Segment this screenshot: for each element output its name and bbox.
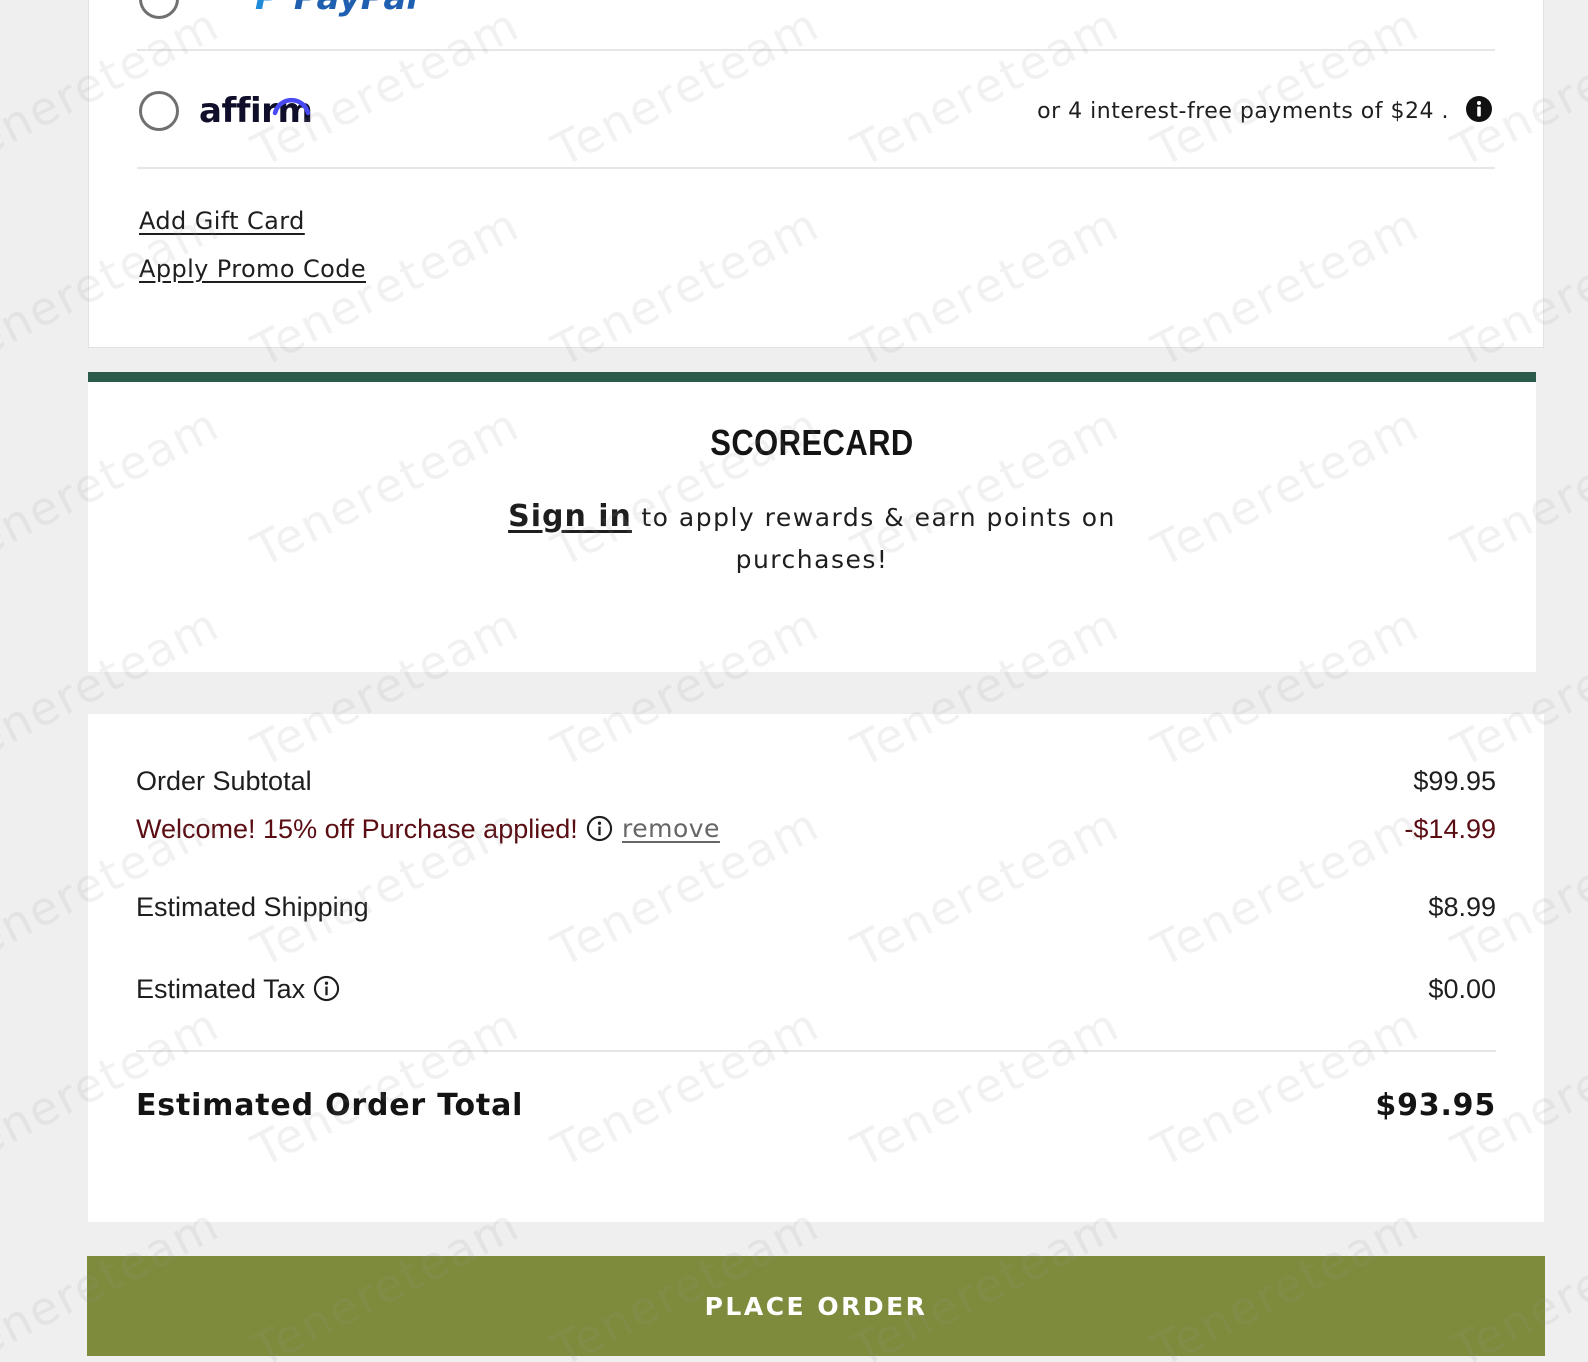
payment-divider xyxy=(137,167,1495,169)
scorecard-message-text: to apply rewards & earn points on purcha… xyxy=(641,503,1116,574)
affirm-radio[interactable] xyxy=(139,91,179,131)
shipping-value: $8.99 xyxy=(1428,892,1496,922)
order-total-value: $93.95 xyxy=(1375,1088,1496,1123)
paypal-logo: P PayPal xyxy=(255,0,418,15)
tax-row: Estimated Tax $0.00 xyxy=(136,974,1496,1008)
subtotal-row: Order Subtotal $99.95 xyxy=(136,766,1496,800)
paypal-p-icon: P xyxy=(255,0,280,18)
promo-label: Welcome! 15% off Purchase applied! xyxy=(136,814,578,844)
paypal-logo-text: PayPal xyxy=(294,0,418,18)
add-gift-card-link[interactable]: Add Gift Card xyxy=(139,207,305,235)
scorecard-card: SCORECARD Sign in to apply rewards & ear… xyxy=(88,382,1536,672)
promo-value: -$14.99 xyxy=(1404,814,1496,844)
summary-divider xyxy=(136,1050,1496,1052)
subtotal-value: $99.95 xyxy=(1413,766,1496,796)
tax-value: $0.00 xyxy=(1428,974,1496,1004)
apply-promo-code-link[interactable]: Apply Promo Code xyxy=(139,255,366,283)
order-total-row: Estimated Order Total $93.95 xyxy=(136,1088,1496,1128)
remove-promo-link[interactable]: remove xyxy=(622,814,720,843)
affirm-installment-text: or 4 interest-free payments of $24 . xyxy=(1037,99,1449,124)
info-filled-icon[interactable] xyxy=(1465,95,1493,123)
promo-label-group: Welcome! 15% off Purchase applied! xyxy=(136,814,613,845)
scorecard-title: SCORECARD xyxy=(710,422,914,463)
payment-methods-card: P PayPal affirm or 4 interest-free paymen… xyxy=(88,0,1544,348)
promo-info-icon[interactable] xyxy=(586,815,613,842)
affirm-logo: affirm xyxy=(199,91,313,131)
affirm-arc-icon xyxy=(272,97,311,116)
tax-info-icon[interactable] xyxy=(313,975,340,1002)
paypal-radio[interactable] xyxy=(139,0,179,19)
scorecard-accent-bar xyxy=(88,372,1536,382)
tax-label-group: Estimated Tax xyxy=(136,974,340,1005)
order-total-label: Estimated Order Total xyxy=(136,1088,524,1123)
promo-row: Welcome! 15% off Purchase applied! remov… xyxy=(136,814,1496,848)
shipping-row: Estimated Shipping $8.99 xyxy=(136,892,1496,926)
payment-option-paypal[interactable]: P PayPal xyxy=(137,0,1495,39)
payment-option-affirm[interactable]: affirm or 4 interest-free payments of $2… xyxy=(89,51,1543,167)
sign-in-link[interactable]: Sign in xyxy=(508,499,632,534)
subtotal-label: Order Subtotal xyxy=(136,766,312,796)
place-order-button[interactable]: PLACE ORDER xyxy=(87,1256,1545,1356)
scorecard-message: Sign in to apply rewards & earn points o… xyxy=(88,496,1536,581)
tax-label: Estimated Tax xyxy=(136,974,306,1004)
shipping-label: Estimated Shipping xyxy=(136,892,369,922)
order-summary-card: Order Subtotal $99.95 Welcome! 15% off P… xyxy=(88,714,1544,1222)
